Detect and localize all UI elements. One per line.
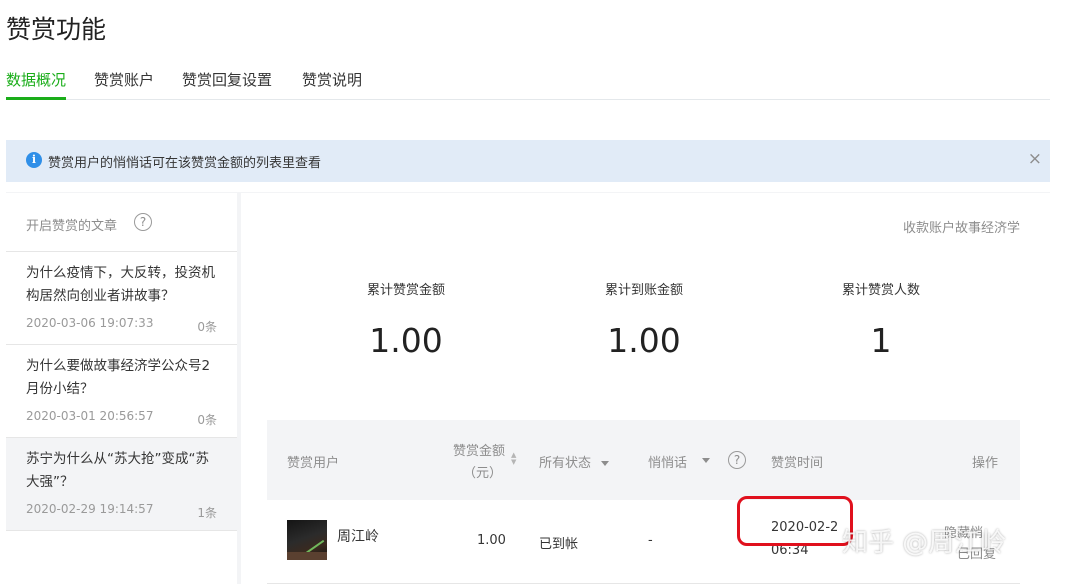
watermark: 知乎 @周江岭: [842, 528, 1007, 558]
article-list-title: 开启赞赏的文章: [26, 219, 118, 234]
reward-user-name: 周江岭: [337, 529, 379, 545]
column-header-amount[interactable]: 赞赏金额: [453, 440, 505, 459]
column-header-amount-unit: （元）: [463, 466, 503, 481]
article-title: 苏宁为什么从“苏大抢”变成“苏大强”？: [26, 451, 209, 490]
tab-reply-settings[interactable]: 赞赏回复设置: [182, 69, 272, 90]
total-received-amount-value: 1.00: [607, 321, 681, 360]
total-reward-users-label: 累计赞赏人数: [841, 283, 920, 298]
notice-text: 赞赏用户的悄悄话可在该赞赏金额的列表里查看: [48, 156, 322, 171]
column-header-user: 赞赏用户: [287, 456, 340, 471]
close-icon[interactable]: ×: [1028, 151, 1042, 168]
status-filter-label: 所有状态: [539, 456, 592, 471]
annotation-highlight: [737, 496, 853, 546]
info-icon: i: [26, 152, 42, 168]
total-reward-amount-value: 1.00: [369, 321, 443, 360]
total-received-amount-label: 累计到账金额: [604, 283, 683, 298]
reward-whisper: -: [648, 533, 653, 548]
tab-reward-description[interactable]: 赞赏说明: [302, 69, 362, 90]
tab-bar: 数据概况 赞赏账户 赞赏回复设置 赞赏说明: [6, 66, 1050, 100]
tab-reward-account[interactable]: 赞赏账户: [94, 69, 154, 90]
sort-icon[interactable]: ▲ ▼: [511, 452, 516, 466]
article-list-header: 开启赞赏的文章 ?: [6, 193, 237, 252]
notice-banner: i 赞赏用户的悄悄话可在该赞赏金额的列表里查看 ×: [6, 140, 1050, 182]
article-title: 为什么要做故事经济学公众号2月份小结？: [26, 358, 211, 397]
column-header-time: 赞赏时间: [771, 456, 824, 471]
tab-data-overview[interactable]: 数据概况: [6, 69, 67, 100]
reward-status: 已到帐: [539, 537, 579, 552]
reward-table-header: 赞赏用户 赞赏金额 （元） ▲ ▼ 所有状态 悄悄话 ? 赞赏时间 操作: [267, 420, 1020, 500]
column-header-whisper: 悄悄话: [648, 456, 688, 471]
reward-amount: 1.00: [477, 533, 506, 548]
help-icon[interactable]: ?: [134, 213, 152, 231]
total-reward-users-value: 1: [870, 321, 892, 360]
page-title: 赞赏功能: [6, 15, 107, 44]
chevron-down-icon[interactable]: [702, 458, 710, 463]
article-list-panel: 开启赞赏的文章 ? 为什么疫情下，大反转，投资机构居然向创业者讲故事？ 2020…: [6, 193, 237, 584]
article-date: 2020-02-29 19:14:57: [26, 502, 154, 516]
article-date: 2020-03-01 20:56:57: [26, 409, 154, 423]
article-item[interactable]: 为什么要做故事经济学公众号2月份小结？ 2020-03-01 20:56:57 …: [6, 345, 237, 438]
chevron-down-icon: [601, 461, 610, 466]
article-date: 2020-03-06 19:07:33: [26, 316, 154, 330]
article-item-selected[interactable]: 苏宁为什么从“苏大抢”变成“苏大强”？ 2020-02-29 19:14:57 …: [6, 438, 237, 531]
total-reward-amount-label: 累计赞赏金额: [366, 283, 445, 298]
article-title: 为什么疫情下，大反转，投资机构居然向创业者讲故事？: [26, 265, 215, 304]
avatar: [287, 520, 327, 560]
status-filter-dropdown[interactable]: 所有状态: [539, 452, 610, 471]
help-icon[interactable]: ?: [728, 451, 746, 469]
article-item[interactable]: 为什么疫情下，大反转，投资机构居然向创业者讲故事？ 2020-03-06 19:…: [6, 252, 237, 345]
column-header-action: 操作: [972, 456, 999, 471]
receiving-account-name: 收款账户故事经济学: [902, 221, 1020, 236]
article-reward-count: 0条: [197, 320, 217, 334]
article-reward-count: 0条: [197, 413, 217, 427]
article-reward-count: 1条: [197, 506, 217, 520]
